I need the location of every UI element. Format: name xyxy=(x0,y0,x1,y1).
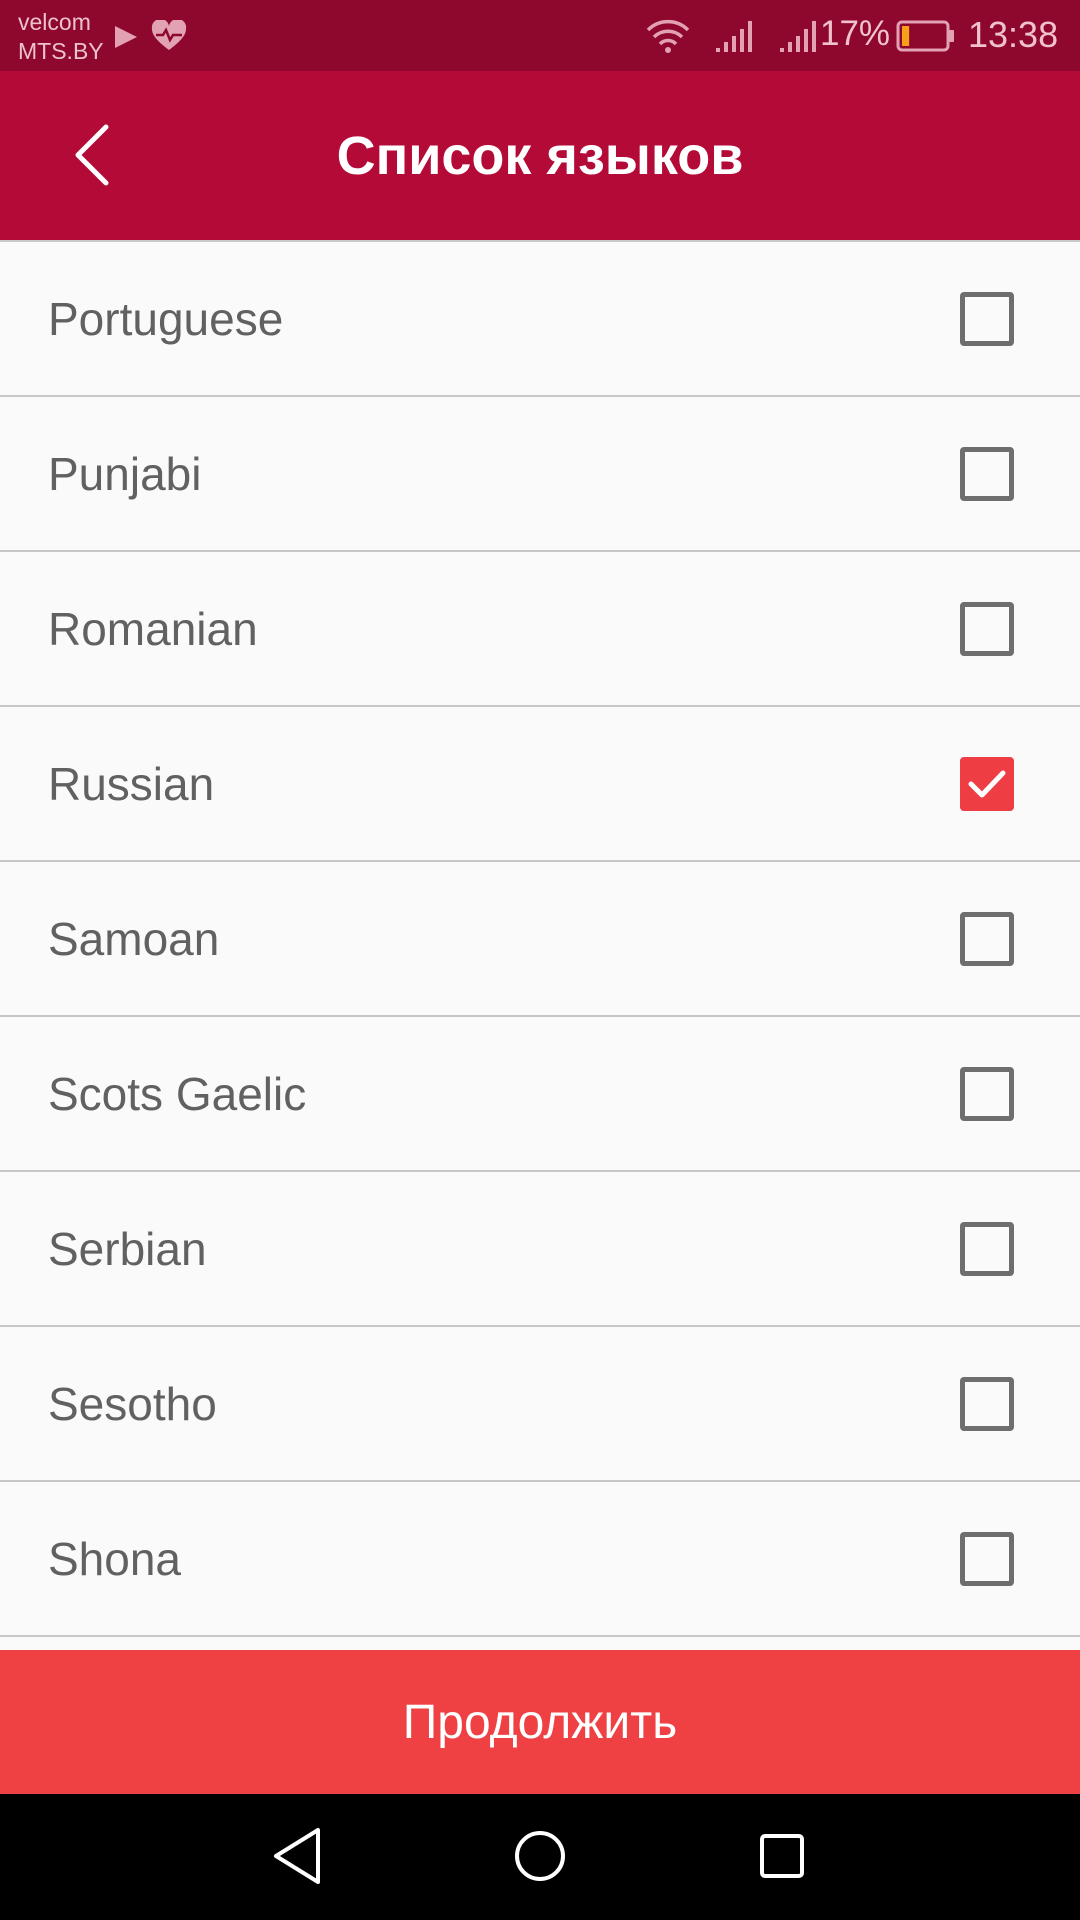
app-bar: Список языков xyxy=(0,71,1080,240)
play-icon xyxy=(115,26,137,48)
checkbox[interactable] xyxy=(960,1066,1014,1121)
language-item[interactable]: Russian xyxy=(0,707,1080,862)
language-item[interactable]: Samoan xyxy=(0,862,1080,1017)
language-label: Punjabi xyxy=(48,447,202,500)
checkbox[interactable] xyxy=(960,1221,1014,1276)
checkbox[interactable] xyxy=(960,1376,1014,1431)
checkbox-checked[interactable] xyxy=(960,756,1014,811)
checkbox[interactable] xyxy=(960,1531,1014,1586)
language-item[interactable]: Sesotho xyxy=(0,1327,1080,1482)
language-label: Romanian xyxy=(48,602,258,655)
language-item[interactable]: Shona xyxy=(0,1482,1080,1637)
carrier-network: MTS.BY xyxy=(18,38,104,64)
checkbox[interactable] xyxy=(960,911,1014,966)
language-label: Russian xyxy=(48,757,215,810)
language-list[interactable]: Portuguese Punjabi Romanian Russian Samoan Sc… xyxy=(0,242,1080,1650)
nav-back-icon[interactable] xyxy=(270,1824,326,1888)
carrier-info: velcom MTS.BY xyxy=(18,8,104,66)
language-label: Portuguese xyxy=(48,292,284,345)
language-item[interactable]: Portuguese xyxy=(0,242,1080,397)
checkbox[interactable] xyxy=(960,291,1014,346)
heart-pulse-icon xyxy=(151,20,187,50)
battery-icon xyxy=(896,20,954,52)
nav-recents-icon[interactable] xyxy=(754,1824,810,1888)
language-label: Samoan xyxy=(48,912,220,965)
battery-percent: 17% xyxy=(820,14,891,53)
checkbox[interactable] xyxy=(960,446,1014,501)
language-label: Shona xyxy=(48,1532,182,1585)
nav-home-icon[interactable] xyxy=(512,1824,568,1888)
language-label: Serbian xyxy=(48,1222,207,1275)
system-nav-bar xyxy=(0,1794,1080,1920)
signal-strength-icon xyxy=(716,21,752,52)
language-label: Scots Gaelic xyxy=(48,1067,307,1120)
check-icon xyxy=(968,770,1006,797)
language-label: Sesotho xyxy=(48,1377,217,1430)
language-item[interactable]: Romanian xyxy=(0,552,1080,707)
page-title: Список языков xyxy=(336,126,744,186)
language-item[interactable] xyxy=(0,1637,1080,1650)
carrier-name: velcom xyxy=(18,9,91,35)
language-item[interactable]: Scots Gaelic xyxy=(0,1017,1080,1172)
language-item[interactable]: Punjabi xyxy=(0,397,1080,552)
wifi-icon xyxy=(646,19,690,53)
clock: 13:38 xyxy=(968,14,1059,55)
checkbox[interactable] xyxy=(960,601,1014,656)
language-item[interactable]: Serbian xyxy=(0,1172,1080,1327)
signal-strength-icon xyxy=(780,21,816,52)
status-bar: velcom MTS.BY 17% 13:38 xyxy=(0,0,1080,71)
continue-button[interactable]: Продолжить xyxy=(0,1650,1080,1794)
